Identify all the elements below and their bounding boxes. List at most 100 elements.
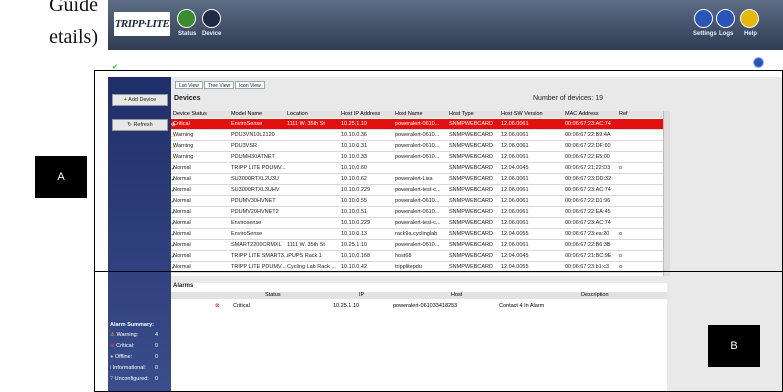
summary-critical: ⊗ Critical: 0 xyxy=(110,343,158,349)
table-row[interactable]: ✔ Normal SU3000RTXL3UHV 10.10.0.229 powerale… xyxy=(171,185,667,196)
table-row[interactable]: ✔ Normal TRIPP LITE PDUMV... Cycling Lab Ra… xyxy=(171,262,667,273)
table-cell-model: EnviroSense xyxy=(231,231,263,237)
table-cell-ip: 10.10.0.51 xyxy=(341,209,367,215)
table-row[interactable]: ⚠ Warning PDU3VSR 10.10.0.31 poweralert-0610… xyxy=(171,141,667,152)
alarm-summary-panel: Alarm Summary: ⚠ Warning: 4 ⊗ Critical: … xyxy=(108,322,171,392)
table-row[interactable]: ✔ Normal EnviroSense 10.10.0.13 rack9a.cycli… xyxy=(171,229,667,240)
col-host-type[interactable]: Host Type xyxy=(449,111,474,118)
summary-offline-count: 0 xyxy=(155,354,159,360)
refresh-button[interactable]: ↻ Refresh xyxy=(112,119,168,131)
alarm-col-status[interactable]: Status xyxy=(265,292,281,299)
device-icon[interactable] xyxy=(202,9,221,28)
table-row[interactable]: ⊗ Critical EnviroSense 1111 W. 35th St 10.25… xyxy=(171,119,667,130)
tab-tree-view[interactable]: Tree View xyxy=(203,81,235,89)
table-cell-ip: 10.10.0.31 xyxy=(341,143,367,149)
top-toolbar: TRIPP·LITE Status Device Settings Logs H… xyxy=(108,0,783,50)
col-host-name[interactable]: Host Name xyxy=(395,111,423,118)
help-icon[interactable] xyxy=(740,9,759,28)
table-cell-host: poweralert-0610... xyxy=(395,209,440,215)
devices-title: Devices xyxy=(174,95,201,102)
tab-icon-view[interactable]: Icon View xyxy=(235,81,265,89)
table-cell-sw: 12.06.0061 xyxy=(501,209,529,215)
devices-table-header: Device Status Model Name Location Host I… xyxy=(171,111,667,118)
summary-warning-label: Warning: xyxy=(116,332,139,338)
col-model-name[interactable]: Model Name xyxy=(231,111,262,118)
help-label[interactable]: Help xyxy=(744,31,757,37)
settings-label[interactable]: Settings xyxy=(693,31,717,37)
table-cell-type: SNMPWEBCARD xyxy=(449,143,494,149)
summary-offline-label: Offline: xyxy=(114,354,133,360)
table-cell-ip: 10.25.1.10 xyxy=(341,242,367,248)
table-cell-status: Normal xyxy=(173,220,191,226)
table-cell-sw: 12.06.0061 xyxy=(501,121,529,127)
status-icon[interactable] xyxy=(177,9,196,28)
alarm-description: Contact 4 In Alarm xyxy=(499,303,545,309)
table-row[interactable]: ✔ Normal SU3000RTXL2U3U 10.10.0.62 poweraler… xyxy=(171,174,667,185)
col-device-status[interactable]: Device Status xyxy=(173,111,207,118)
device-count: Number of devices: 19 xyxy=(533,95,604,102)
table-cell-model: PDU3VN10L2120 xyxy=(231,132,275,138)
tab-list-view[interactable]: List View xyxy=(175,81,203,89)
table-row[interactable]: ✔ Normal SMART2200CRMXL 1111 W. 35th St 10.2… xyxy=(171,240,667,251)
table-cell-type: SNMPWEBCARD xyxy=(449,165,494,171)
alarm-col-ip[interactable]: IP xyxy=(359,292,364,299)
table-cell-host: poweralert-0610... xyxy=(395,143,440,149)
alarm-host: poweralert-061033418253 xyxy=(393,303,458,309)
table-cell-mac: 00:06:67:23:AC:74 xyxy=(565,220,611,226)
col-location[interactable]: Location xyxy=(287,111,308,118)
alarm-col-description[interactable]: Description xyxy=(581,292,609,299)
table-cell-model: TRIPP LITE SMART3... xyxy=(231,253,289,259)
settings-icon[interactable] xyxy=(694,9,713,28)
table-cell-mac: 00:06:67:22:EA:45 xyxy=(565,209,611,215)
logs-icon[interactable] xyxy=(716,9,735,28)
table-cell-ip: 10.10.0.60 xyxy=(341,165,367,171)
col-ref[interactable]: Ref xyxy=(619,111,628,118)
table-cell-model: EnviroSense xyxy=(231,121,263,127)
alarm-col-host[interactable]: Host xyxy=(451,292,462,299)
alarm-status: Critical xyxy=(233,303,250,309)
summary-warning-count: 4 xyxy=(155,332,159,338)
table-cell-status: Normal xyxy=(173,231,191,237)
table-cell-sw: 12.04.0045 xyxy=(501,165,529,171)
table-cell-status: Normal xyxy=(173,165,191,171)
table-row[interactable]: ⚠ Warning PDUMH30ATNET 10.10.0.33 poweralert… xyxy=(171,152,667,163)
table-cell-type: SNMPWEBCARD xyxy=(449,187,494,193)
table-cell-model: Envirosense xyxy=(231,220,262,226)
table-cell-mac: 00:06:67:23:ea:20 xyxy=(565,231,610,237)
table-cell-ip: 10.10.0.229 xyxy=(341,220,371,226)
col-host-sw-version[interactable]: Host SW Version xyxy=(501,111,543,118)
table-cell-sw: 12.06.0061 xyxy=(501,143,529,149)
table-cell-ip: 10.10.0.62 xyxy=(341,176,367,182)
add-device-button[interactable]: + Add Device xyxy=(112,94,168,106)
table-row[interactable]: ✔ Normal PDUMV30HVNET 10.10.0.55 poweralert-… xyxy=(171,196,667,207)
status-label[interactable]: Status xyxy=(178,31,196,37)
status-strip xyxy=(108,50,783,77)
table-row[interactable]: ✔ Normal Envirosense 10.10.0.229 poweralert-… xyxy=(171,218,667,229)
table-cell-status: Normal xyxy=(173,198,191,204)
table-cell-status: Normal xyxy=(173,242,191,248)
table-cell-mac: 00:06:67:22:B6:3B xyxy=(565,242,611,248)
callout-b: B xyxy=(708,325,760,367)
table-cell-ref: o xyxy=(619,231,623,237)
table-cell-type: SNMPWEBCARD xyxy=(449,209,494,215)
table-row[interactable]: ✔ Normal PDUMV20HVNET2 10.10.0.51 poweralert… xyxy=(171,207,667,218)
table-cell-host: poweralert-0610... xyxy=(395,154,440,160)
table-cell-host: rack9a.cyclinglab xyxy=(395,231,438,237)
table-row[interactable]: ✔ Normal TRIPP LITE PDUMV... 10.10.0.60 SNMP… xyxy=(171,163,667,174)
col-host-ip[interactable]: Host IP Address xyxy=(341,111,380,118)
main-content: List View Tree View Icon View Devices Nu… xyxy=(171,77,783,392)
device-label[interactable]: Device xyxy=(202,31,221,37)
table-cell-host: poweralert-0610... xyxy=(395,121,440,127)
table-row[interactable]: ⚠ Warning PDU3VN10L2120 10.10.0.36 poweraler… xyxy=(171,130,667,141)
table-cell-status: Normal xyxy=(173,209,191,215)
table-row[interactable]: ✔ Normal TRIPP LITE SMART3... iPUPS Rack 11… xyxy=(171,251,667,262)
devices-scrollbar[interactable] xyxy=(663,111,670,276)
alarm-ip: 10.25.1.10 xyxy=(333,303,359,309)
summary-warning: ⚠ Warning: 4 xyxy=(110,332,158,338)
info-icon[interactable] xyxy=(753,57,764,68)
table-cell-location: 1111 W. 35th St xyxy=(287,121,325,127)
table-cell-sw: 12.06.0061 xyxy=(501,198,529,204)
alarm-row[interactable]: ⊗ Critical 10.25.1.10 poweralert-0610334… xyxy=(171,301,667,311)
logs-label[interactable]: Logs xyxy=(719,31,733,37)
col-mac-address[interactable]: MAC Address xyxy=(565,111,599,118)
